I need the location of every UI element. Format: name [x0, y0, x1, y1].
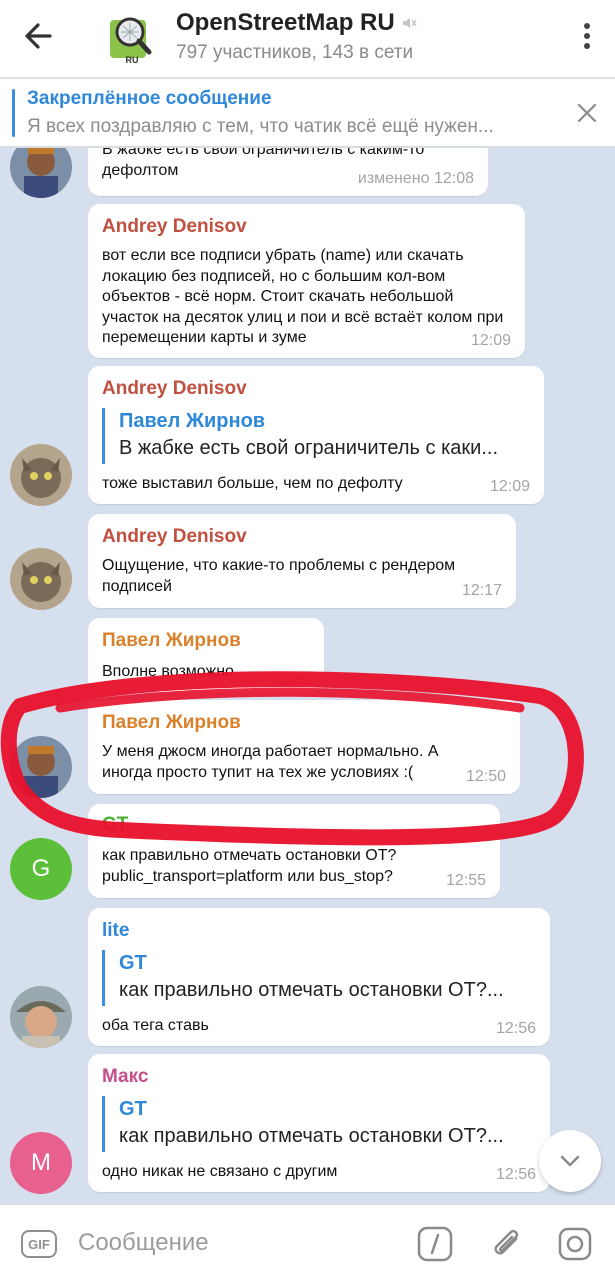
message-time: 12:49 — [269, 672, 310, 689]
message-time: 12:55 — [445, 872, 486, 889]
mute-icon — [402, 18, 417, 28]
message-bubble[interactable]: Павел Жирнов У меня джосм иногда работае… — [88, 700, 520, 794]
avatar[interactable] — [10, 444, 72, 506]
message-time: 12:09 — [489, 478, 530, 495]
message-text: одно никак не связано с другим — [102, 1163, 338, 1180]
sender-name: lite — [102, 920, 130, 941]
svg-text:RU: RU — [126, 55, 139, 65]
message-time: 12:17 — [461, 582, 502, 599]
pinned-title: Закреплённое сообщение — [27, 88, 272, 109]
sender-name: Макс — [102, 1066, 149, 1087]
sender-name: Павел Жирнов — [102, 630, 241, 651]
message-composer: GIF Сообщение — [0, 1204, 615, 1280]
message-bubble[interactable]: В жабке есть свой ограничитель с каким-т… — [88, 148, 488, 196]
message-bubble[interactable]: GT как правильно отмечать остановки ОТ? … — [88, 804, 500, 898]
avatar[interactable] — [10, 148, 72, 198]
back-arrow-icon[interactable] — [16, 14, 66, 58]
message-time: 12:56 — [495, 1166, 536, 1183]
camera-icon[interactable] — [556, 1225, 594, 1263]
more-vert-icon[interactable] — [575, 18, 599, 54]
message-input[interactable]: Сообщение — [78, 1229, 209, 1257]
message-text: тоже выставил больше, чем по дефолту — [102, 475, 403, 492]
message-bubble[interactable]: Макс GT как правильно отмечать остановки… — [88, 1054, 550, 1192]
avatar[interactable]: G — [10, 838, 72, 900]
message-bubble[interactable]: Andrey Denisov вот если все подписи убра… — [88, 204, 525, 358]
reply-text: как правильно отмечать остановки ОТ?... — [119, 979, 504, 1001]
reply-sender: GT — [119, 1098, 147, 1120]
close-icon[interactable] — [573, 99, 601, 127]
message-bubble[interactable]: lite GT как правильно отмечать остановки… — [88, 908, 550, 1046]
message-time: изменено 12:08 — [357, 170, 474, 187]
message-text: У меня джосм иногда работает нормально. … — [102, 743, 439, 781]
chevron-down-icon — [560, 1155, 580, 1167]
message-text: вот если все подписи убрать (name) или с… — [102, 247, 504, 346]
avatar[interactable] — [10, 736, 72, 798]
sender-name: Павел Жирнов — [102, 712, 241, 733]
group-avatar[interactable]: RU — [104, 10, 160, 66]
commands-icon[interactable] — [416, 1225, 454, 1263]
avatar[interactable] — [10, 986, 72, 1048]
pinned-accent-bar — [12, 89, 15, 137]
reply-text: как правильно отмечать остановки ОТ?... — [119, 1125, 504, 1147]
sender-name: Andrey Denisov — [102, 216, 247, 237]
message-text: оба тега ставь — [102, 1017, 209, 1034]
message-bubble[interactable]: Andrey Denisov Павел Жирнов В жабке есть… — [88, 366, 544, 504]
sender-name: GT — [102, 814, 129, 835]
message-time: 12:50 — [465, 768, 506, 785]
reply-quote[interactable]: Павел Жирнов В жабке есть свой ограничит… — [102, 408, 530, 464]
scroll-down-button[interactable] — [539, 1130, 601, 1192]
reply-text: В жабке есть свой ограничитель с каки... — [119, 437, 498, 459]
avatar[interactable] — [10, 548, 72, 610]
sender-name: Andrey Denisov — [102, 378, 247, 399]
avatar[interactable]: M — [10, 1132, 72, 1194]
reply-quote[interactable]: GT как правильно отмечать остановки ОТ?.… — [102, 950, 536, 1006]
message-time: 12:56 — [495, 1020, 536, 1037]
chat-title[interactable]: OpenStreetMap RU — [176, 8, 555, 38]
reply-sender: Павел Жирнов — [119, 410, 266, 432]
message-bubble[interactable]: Andrey Denisov Ощущение, что какие-то пр… — [88, 514, 516, 608]
pinned-text: Я всех поздравляю с тем, что чатик всё е… — [27, 116, 494, 137]
message-text: Ощущение, что какие-то проблемы с рендер… — [102, 557, 456, 595]
sender-name: Andrey Denisov — [102, 526, 247, 547]
reply-quote[interactable]: GT как правильно отмечать остановки ОТ?.… — [102, 1096, 536, 1152]
reply-sender: GT — [119, 952, 147, 974]
message-text: как правильно отмечать остановки ОТ? pub… — [102, 847, 397, 885]
gif-button[interactable]: GIF — [21, 1230, 57, 1258]
chat-header: RU OpenStreetMap RU 797 участников, 143 … — [0, 0, 615, 78]
message-list[interactable]: В жабке есть свой ограничитель с каким-т… — [0, 148, 615, 1204]
attach-icon[interactable] — [488, 1225, 526, 1263]
pinned-message[interactable]: Закреплённое сообщение Я всех поздравляю… — [0, 79, 615, 147]
message-bubble[interactable]: Павел Жирнов Вполне возможно 12:49 — [88, 618, 324, 692]
chat-subtitle: 797 участников, 143 в сети — [176, 42, 414, 63]
message-time: 12:09 — [470, 332, 511, 349]
